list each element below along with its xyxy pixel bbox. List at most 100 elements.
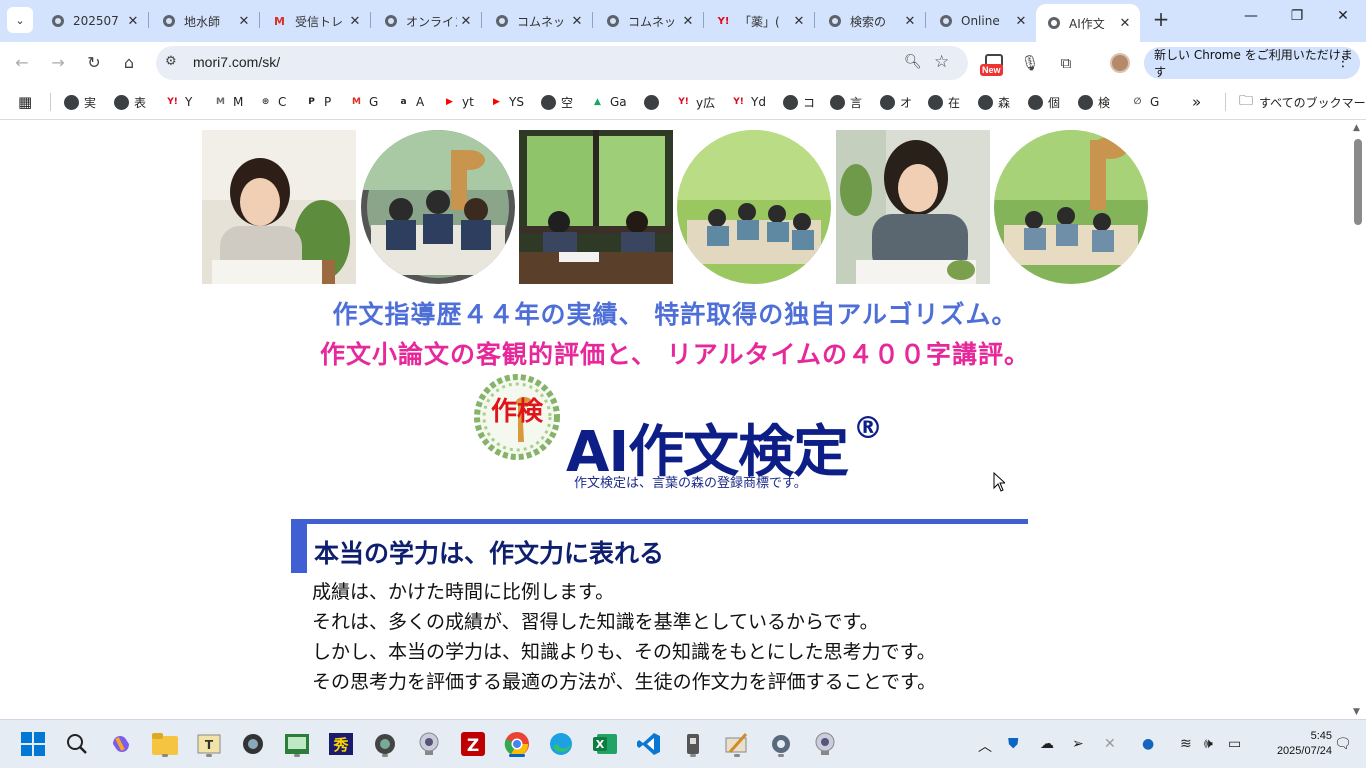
bookmark-item[interactable]: ▲ Ga (590, 93, 627, 111)
tab-7[interactable]: 検索の ✕ (817, 6, 925, 36)
bookmark-item[interactable]: aA (396, 93, 424, 111)
bookmark-item[interactable]: Y! Y (165, 93, 192, 111)
webcam-app-button[interactable] (414, 729, 444, 759)
start-button[interactable] (18, 729, 48, 759)
scroll-down-icon[interactable]: ▼ (1353, 707, 1360, 717)
zoom-icon[interactable]: 🔍︎ (904, 54, 922, 70)
tab-1[interactable]: 地水師 ✕ (151, 6, 259, 36)
copilot-button[interactable] (106, 729, 136, 759)
url-text[interactable]: mori7.com/sk/ (193, 54, 280, 70)
disabled-x-icon[interactable]: ✕ (1104, 736, 1116, 752)
bookmark-item[interactable]: オ (880, 93, 912, 111)
app-tray-icon[interactable]: ● (1142, 736, 1154, 752)
tab-close-icon[interactable]: ✕ (790, 14, 808, 29)
bookmark-item[interactable]: 個 (1028, 93, 1060, 111)
volume-icon[interactable]: 🕪︎ (1204, 736, 1213, 752)
home-button[interactable]: ⌂ (117, 51, 141, 75)
tab-close-icon[interactable]: ✕ (235, 14, 253, 29)
bookmark-item[interactable]: Y! y広 (676, 93, 715, 111)
battery-icon[interactable]: ▭ (1228, 736, 1241, 752)
reload-button[interactable]: ↻ (82, 51, 106, 75)
bookmark-item[interactable]: PP (304, 93, 331, 111)
all-bookmarks-button[interactable]: 🗀 すべてのブックマーク (1239, 93, 1366, 111)
bookmark-item[interactable]: ▶ YS (489, 93, 524, 111)
tab-close-icon[interactable]: ✕ (1116, 16, 1134, 31)
tab-4[interactable]: コムネッ ✕ (484, 6, 592, 36)
close-window-button[interactable]: ✕ (1328, 8, 1358, 32)
app-button-screen[interactable] (282, 729, 312, 759)
profile-avatar[interactable] (1110, 53, 1130, 73)
chrome-update-button[interactable]: 新しい Chrome をご利用いただけます ⋮ (1144, 47, 1360, 79)
tab-9-active[interactable]: AI作文 ✕ (1036, 4, 1140, 42)
tab-6[interactable]: Y! 「薬」( ✕ (706, 6, 814, 36)
more-menu-icon[interactable]: ⋮ (1336, 54, 1350, 70)
page-scrollbar[interactable]: ▲ ▼ (1350, 121, 1366, 719)
bookmark-item[interactable]: 在 (928, 93, 960, 111)
minimize-button[interactable]: — (1236, 8, 1266, 32)
send-icon[interactable]: ➢ (1072, 736, 1084, 752)
tab-close-icon[interactable]: ✕ (901, 14, 919, 29)
bookmark-item[interactable] (644, 93, 664, 111)
system-clock[interactable]: 5:45 2025/07/24 (1258, 729, 1332, 759)
scroll-up-icon[interactable]: ▲ (1353, 123, 1360, 133)
bookmark-item[interactable]: 森 (978, 93, 1010, 111)
chrome-button[interactable] (502, 729, 532, 759)
bookmark-item[interactable]: 実 (64, 93, 96, 111)
tray-overflow-chevron-icon[interactable]: ︿ (978, 736, 992, 756)
tab-close-icon[interactable]: ✕ (568, 14, 586, 29)
bookmark-star-icon[interactable]: ☆ (934, 52, 949, 72)
back-button[interactable]: ← (10, 51, 34, 75)
apps-grid-button[interactable]: ▦ (18, 93, 32, 111)
wifi-icon[interactable]: ≋ (1180, 736, 1192, 752)
bookmark-item[interactable]: 検 (1078, 93, 1110, 111)
file-explorer-button[interactable] (150, 729, 180, 759)
app-button-usb[interactable] (678, 729, 708, 759)
vscode-button[interactable] (634, 729, 664, 759)
tab-close-icon[interactable]: ✕ (457, 14, 475, 29)
app-button-shu[interactable]: 秀 (326, 729, 356, 759)
site-info-icon[interactable]: ⚙ (165, 54, 177, 69)
tab-8[interactable]: Online ✕ (928, 6, 1036, 36)
tab-search-button[interactable]: ⌄ (7, 7, 33, 33)
bookmark-item[interactable]: Y! Yd (731, 93, 766, 111)
bookmark-item[interactable]: ▶ yt (442, 93, 474, 111)
app-button-t[interactable]: T (194, 729, 224, 759)
tab-5[interactable]: コムネッ ✕ (595, 6, 703, 36)
bookmark-item[interactable]: 言 (830, 93, 862, 111)
address-bar[interactable]: ⚙ mori7.com/sk/ 🔍︎ ☆ (156, 46, 968, 80)
security-shield-icon[interactable]: ⛊ (1008, 736, 1019, 752)
cloud-offline-icon[interactable]: ☁ (1040, 736, 1054, 752)
microphone-icon[interactable]: 🎙︎ (1019, 52, 1041, 74)
webcam-app-2-button[interactable] (810, 729, 840, 759)
camera-app-2-button[interactable] (370, 729, 400, 759)
tab-close-icon[interactable]: ✕ (124, 14, 142, 29)
tab-close-icon[interactable]: ✕ (679, 14, 697, 29)
tab-close-icon[interactable]: ✕ (346, 14, 364, 29)
edge-button[interactable] (546, 729, 576, 759)
search-button[interactable] (62, 729, 92, 759)
tab-2[interactable]: M 受信トレ ✕ (262, 6, 370, 36)
bookmarks-overflow-button[interactable]: » (1192, 93, 1201, 111)
bookmark-item[interactable]: 空 (541, 93, 573, 111)
bookmark-item[interactable]: ∅ G (1130, 93, 1160, 111)
tab-close-icon[interactable]: ✕ (1012, 14, 1030, 29)
camera-app-button[interactable] (238, 729, 268, 759)
settings-button[interactable] (766, 729, 796, 759)
tab-0[interactable]: 202507 ✕ (40, 6, 148, 36)
excel-button[interactable]: X (590, 729, 620, 759)
extension-new-button[interactable]: New (980, 54, 1008, 78)
notification-icon[interactable]: 🗨︎ (1334, 736, 1352, 752)
tab-3[interactable]: オンライン ✕ (373, 6, 481, 36)
scroll-thumb[interactable] (1354, 139, 1362, 225)
bookmark-item[interactable]: ⊛ C (258, 93, 287, 111)
app-button-pen[interactable] (722, 729, 752, 759)
bookmark-item[interactable]: 表 (114, 93, 146, 111)
bookmark-item[interactable]: MM (213, 93, 243, 111)
bookmark-item[interactable]: MG (349, 93, 378, 111)
filezilla-button[interactable]: Z (458, 729, 488, 759)
bookmark-item[interactable]: コ (783, 93, 815, 111)
forward-button[interactable]: → (46, 51, 70, 75)
restore-button[interactable]: ❐ (1282, 8, 1312, 32)
new-tab-button[interactable]: + (1150, 9, 1172, 31)
extensions-puzzle-icon[interactable]: ⧉ (1055, 52, 1077, 74)
